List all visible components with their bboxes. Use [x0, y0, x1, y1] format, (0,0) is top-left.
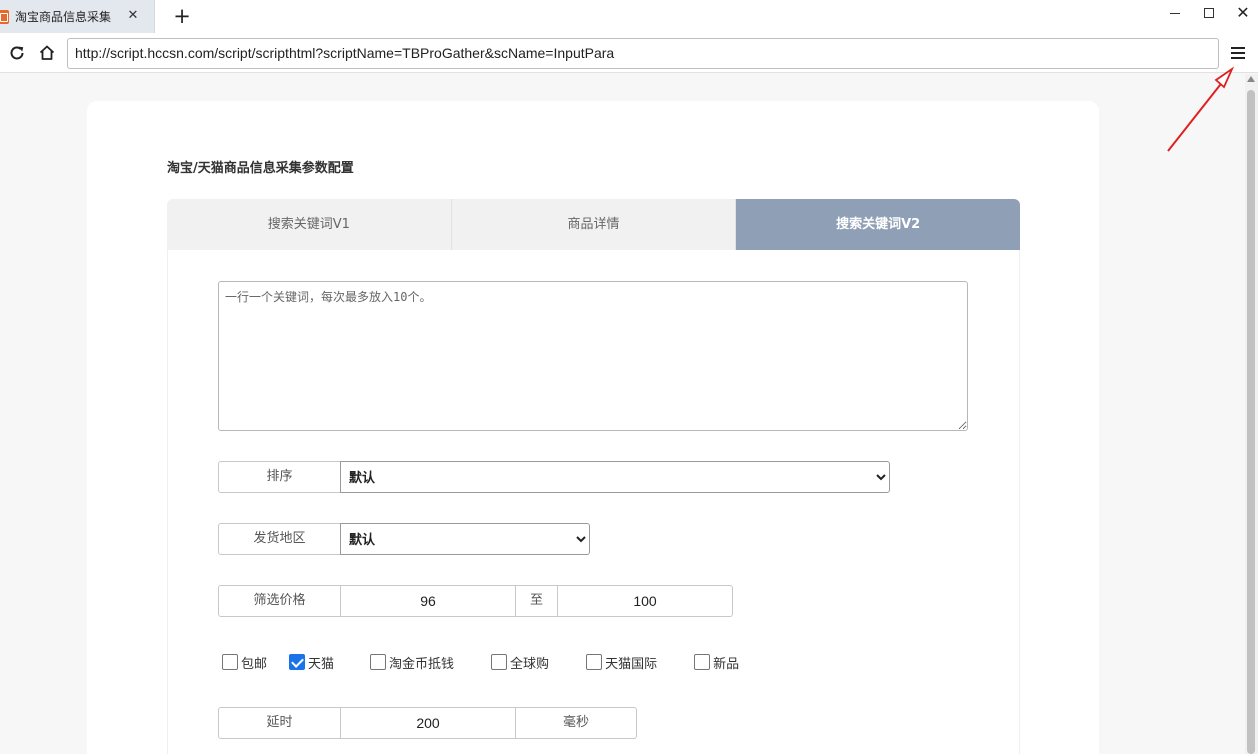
browser-menu-button[interactable] [1229, 45, 1247, 61]
checkbox-free-shipping[interactable]: 包邮 [222, 653, 267, 672]
window-maximize-button[interactable] [1198, 4, 1220, 22]
hamburger-line [1231, 57, 1245, 59]
checkbox-tmall-global[interactable]: 天猫国际 [586, 653, 657, 672]
tab-product-detail[interactable]: 商品详情 [452, 199, 737, 250]
checkbox-label: 新品 [713, 656, 740, 672]
browser-toolbar: http://script.hccsn.com/script/scripthtm… [0, 33, 1258, 73]
window-minimize-button[interactable] [1164, 4, 1186, 22]
address-bar[interactable]: http://script.hccsn.com/script/scripthtm… [67, 38, 1219, 69]
filter-checkboxes: 包邮 天猫 淘金币抵钱 全球购 天猫国际 新品 [222, 653, 739, 672]
checkbox-box[interactable] [586, 654, 603, 670]
page-title: 淘宝/天猫商品信息采集参数配置 [167, 161, 354, 176]
annotation-arrow-icon [1167, 66, 1235, 152]
checkbox-taojinbi[interactable]: 淘金币抵钱 [370, 653, 454, 672]
price-max-input[interactable] [557, 585, 733, 617]
minimize-icon [1170, 12, 1180, 14]
checkbox-label: 天猫国际 [605, 656, 658, 672]
browser-tab-active[interactable]: 淘宝商品信息采集 ✕ [0, 0, 155, 33]
hamburger-line [1231, 47, 1245, 49]
region-label: 发货地区 [218, 523, 341, 555]
keywords-input[interactable] [218, 281, 968, 431]
price-min-input[interactable] [340, 585, 516, 617]
checkbox-box-checked[interactable] [289, 654, 306, 670]
delay-row: 延时 毫秒 [218, 707, 637, 739]
delay-unit: 毫秒 [515, 707, 637, 739]
form-tabs: 搜索关键词V1 商品详情 搜索关键词V2 [167, 199, 1020, 250]
checkbox-new-product[interactable]: 新品 [694, 653, 739, 672]
sort-select[interactable]: 默认 [340, 461, 890, 493]
reload-button[interactable] [6, 42, 28, 64]
home-icon [39, 45, 55, 60]
price-separator: 至 [515, 585, 558, 617]
checkbox-label: 天猫 [308, 656, 335, 672]
checkbox-global-buy[interactable]: 全球购 [491, 653, 549, 672]
page-scrollbar[interactable] [1245, 74, 1258, 754]
region-row: 发货地区 默认 [218, 523, 590, 555]
home-button[interactable] [36, 42, 58, 64]
sort-row: 排序 默认 [218, 461, 890, 493]
sort-label: 排序 [218, 461, 341, 493]
price-label: 筛选价格 [218, 585, 341, 617]
region-select[interactable]: 默认 [340, 523, 590, 555]
checkbox-box[interactable] [694, 654, 711, 670]
checkbox-tmall[interactable]: 天猫 [289, 653, 334, 672]
checkbox-box[interactable] [491, 654, 508, 670]
scroll-thumb[interactable] [1247, 90, 1255, 754]
delay-input[interactable] [340, 707, 516, 739]
price-row: 筛选价格 至 [218, 585, 733, 617]
checkbox-label: 淘金币抵钱 [389, 656, 455, 672]
checkbox-box[interactable] [222, 654, 238, 670]
maximize-icon [1204, 8, 1214, 18]
checkbox-label: 包邮 [241, 656, 268, 672]
tab-close-icon[interactable]: ✕ [126, 9, 140, 23]
window-close-button[interactable]: ✕ [1232, 4, 1254, 22]
site-favicon-icon [0, 9, 9, 24]
checkbox-box[interactable] [370, 654, 387, 670]
tab-search-keyword-v1[interactable]: 搜索关键词V1 [167, 199, 452, 250]
hamburger-line [1231, 52, 1245, 54]
browser-tabstrip: 淘宝商品信息采集 ✕ + ✕ [0, 0, 1258, 33]
checkbox-label: 全球购 [510, 656, 550, 672]
delay-label: 延时 [218, 707, 341, 739]
tab-search-keyword-v2[interactable]: 搜索关键词V2 [736, 199, 1020, 250]
scroll-up-icon[interactable] [1247, 76, 1255, 82]
browser-tab-title: 淘宝商品信息采集 [15, 10, 112, 24]
new-tab-button[interactable]: + [172, 5, 192, 27]
reload-icon [10, 46, 24, 60]
